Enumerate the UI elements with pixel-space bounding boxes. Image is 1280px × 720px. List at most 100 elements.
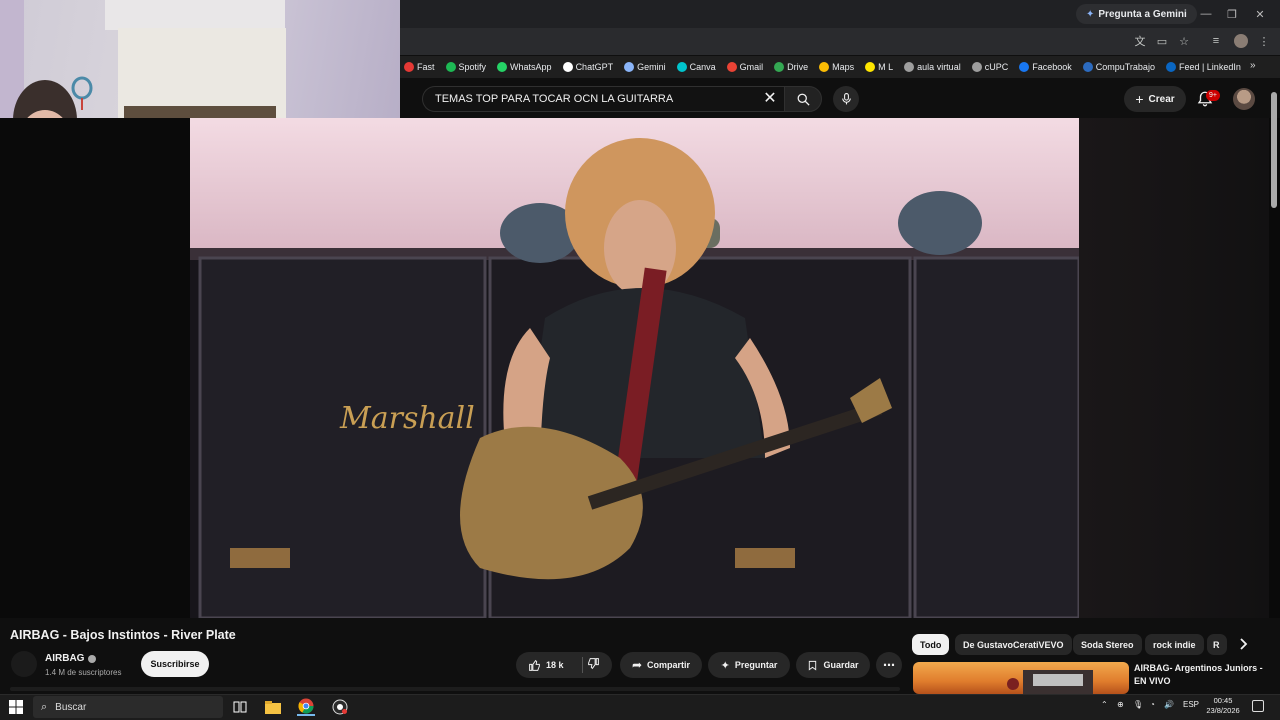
cupc-icon [971,62,982,72]
address-bar-row[interactable] [400,28,1280,55]
channel-avatar[interactable] [11,651,37,677]
clock-time: 00:45 [1213,696,1233,705]
spotify-icon [445,62,456,72]
gmail-icon [726,62,737,72]
browser-profile-avatar[interactable] [1234,34,1248,48]
chip-rock-indie[interactable]: rock indie [1145,634,1204,655]
create-button[interactable]: + Crear [1124,86,1186,112]
taskbar-search-box[interactable]: ⌕ Buscar [33,696,223,718]
bookmark-linkedin[interactable]: Feed | LinkedIn [1165,62,1241,72]
aula-virtual-icon [904,62,915,72]
subscriber-count: 1.4 M de suscriptores [45,668,122,677]
recording-app-icon[interactable] [331,698,349,716]
clock-date: 23/8/2026 [1206,706,1240,715]
share-arrow-icon: ➦ [631,658,643,672]
bookmark-star-icon[interactable]: ☆ [1176,33,1192,49]
bookmark-canva[interactable]: Canva [676,62,716,72]
like-divider [582,657,583,673]
more-actions-button[interactable]: ⋯ [876,652,902,678]
bookmark-whatsapp[interactable]: WhatsApp [497,62,552,72]
tray-mic-icon[interactable]: 🎙 [1133,700,1143,709]
bookmarks-overflow-icon[interactable]: » [1250,60,1256,71]
maximize-icon[interactable]: ❐ [1222,4,1242,24]
file-explorer-icon[interactable] [264,698,282,716]
windows-start-icon[interactable] [9,700,23,714]
notification-center-icon[interactable] [1252,700,1264,712]
bookmark-maps[interactable]: Maps [819,62,854,72]
save-button[interactable]: Guardar [796,652,870,678]
gemini-button[interactable]: ✦ Pregunta a Gemini [1076,4,1197,24]
verified-icon [88,654,97,663]
thumbs-up-icon [529,659,540,671]
bookmarks-bar: Fast Spotify WhatsApp ChatGPT Gemini Can… [400,56,1280,78]
translate-icon[interactable]: 文 [1132,33,1148,49]
recommendation-title[interactable]: AIRBAG- Argentinos Juniors - EN VIVO [1134,662,1264,688]
microphone-icon [841,93,851,105]
more-horizontal-icon: ⋯ [883,658,895,672]
chrome-taskbar-icon[interactable] [297,698,315,716]
dislike-button[interactable] [587,657,603,673]
mercadolibre-icon [865,62,876,72]
bookmark-aula-virtual[interactable]: aula virtual [904,62,961,72]
youtube-account-avatar[interactable] [1233,88,1255,110]
recommendation-thumbnail[interactable] [913,662,1129,694]
bookmark-computrabajo[interactable]: CompuTrabajo [1082,62,1155,72]
whatsapp-icon [497,62,508,72]
gemini-button-label: Pregunta a Gemini [1098,8,1187,20]
video-player[interactable]: Marshall [190,118,1079,618]
ask-button[interactable]: ✦ Preguntar [708,652,790,678]
browser-menu-icon[interactable]: ⋮ [1256,33,1272,49]
reading-list-icon[interactable]: ≡ [1208,33,1224,49]
like-count: 18 k [546,660,564,670]
bookmark-cupc[interactable]: cUPC [971,62,1008,72]
facebook-icon [1019,62,1030,72]
page-divider [10,687,900,691]
search-button[interactable] [784,86,822,112]
search-icon [797,93,810,106]
chip-soda-stereo[interactable]: Soda Stereo [1073,634,1142,655]
bookmark-icon [809,660,817,671]
amp-brand-logo: Marshall [339,401,475,436]
linkedin-icon [1165,62,1176,72]
maps-icon [819,62,830,72]
bookmark-ml[interactable]: M L [865,62,893,72]
search-input[interactable]: TEMAS TOP PARA TOCAR OCN LA GUITARRA [422,86,788,112]
chip-todo[interactable]: Todo [912,634,950,655]
bookmark-chatgpt[interactable]: ChatGPT [562,62,613,72]
page-scrollbar[interactable] [1271,92,1277,208]
language-indicator[interactable]: ESP [1183,700,1199,709]
like-button[interactable]: 18 k [528,659,564,672]
video-title: AIRBAG - Bajos Instintos - River Plate [10,628,236,642]
tray-chevron-up-icon[interactable]: ⌃ [1101,700,1108,709]
minimize-icon[interactable]: — [1196,4,1216,24]
fast-icon [404,62,414,72]
bookmark-fast[interactable]: Fast [404,62,435,72]
gemini-icon [624,62,635,72]
voice-search-button[interactable] [833,86,859,112]
taskbar-clock[interactable]: 00:45 23/8/2026 [1200,696,1246,716]
chatgpt-icon [562,62,573,72]
bookmark-gmail[interactable]: Gmail [726,62,763,72]
chip-truncated[interactable]: R [1207,634,1227,655]
chip-gustavo-cerati[interactable]: De GustavoCeratiVEVO [955,634,1072,655]
bookmark-spotify[interactable]: Spotify [445,62,486,72]
cast-icon[interactable]: ▭ [1154,33,1170,49]
subscribe-button[interactable]: Suscribirse [141,651,209,677]
thumbs-down-icon [588,658,599,670]
bookmark-facebook[interactable]: Facebook [1019,62,1072,72]
channel-name[interactable]: AIRBAG [45,653,97,664]
tray-volume-icon[interactable]: 🔊 [1164,700,1174,709]
task-view-icon[interactable] [231,698,249,716]
tray-network-icon[interactable]: ⊕ [1117,700,1124,709]
video-side-area [1079,118,1269,618]
close-window-icon[interactable]: ✕ [1250,4,1270,24]
share-button[interactable]: ➦ Compartir [620,652,702,678]
bookmark-drive[interactable]: Drive [774,62,808,72]
plus-icon: + [1135,91,1144,107]
magnifier-icon: ⌕ [41,700,48,713]
bookmark-gemini[interactable]: Gemini [624,62,666,72]
drive-icon [774,62,785,72]
tray-wifi-icon[interactable]: ◔ [1150,700,1155,709]
chevron-right-icon[interactable] [1236,636,1252,652]
clear-search-icon[interactable]: ✕ [762,90,778,107]
